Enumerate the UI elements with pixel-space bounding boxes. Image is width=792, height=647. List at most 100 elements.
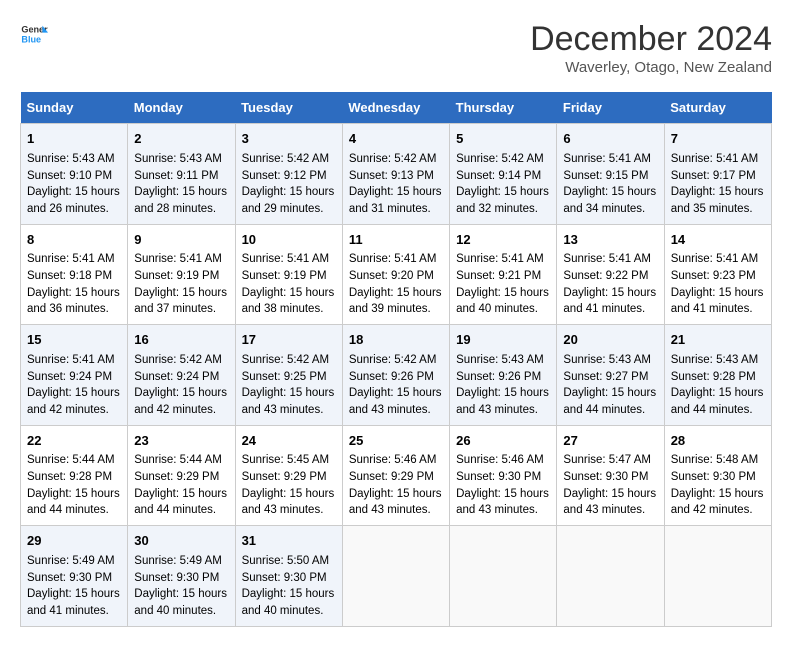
calendar-cell: 27Sunrise: 5:47 AMSunset: 9:30 PMDayligh… <box>557 425 664 526</box>
calendar-cell: 11Sunrise: 5:41 AMSunset: 9:20 PMDayligh… <box>342 224 449 325</box>
sunset-text: Sunset: 9:23 PM <box>671 270 756 282</box>
daylight-text: Daylight: 15 hours and 34 minutes. <box>563 186 656 215</box>
sunrise-text: Sunrise: 5:41 AM <box>456 253 544 265</box>
calendar-cell <box>557 526 664 627</box>
column-header-thursday: Thursday <box>450 92 557 124</box>
daylight-text: Daylight: 15 hours and 41 minutes. <box>671 287 764 316</box>
sunrise-text: Sunrise: 5:43 AM <box>671 354 759 366</box>
sunrise-text: Sunrise: 5:42 AM <box>242 153 330 165</box>
daylight-text: Daylight: 15 hours and 42 minutes. <box>134 387 227 416</box>
day-number: 16 <box>134 331 228 350</box>
page-header: General Blue December 2024 Waverley, Ota… <box>20 20 772 76</box>
daylight-text: Daylight: 15 hours and 38 minutes. <box>242 287 335 316</box>
calendar-cell: 26Sunrise: 5:46 AMSunset: 9:30 PMDayligh… <box>450 425 557 526</box>
daylight-text: Daylight: 15 hours and 43 minutes. <box>456 387 549 416</box>
day-number: 10 <box>242 231 336 250</box>
sunrise-text: Sunrise: 5:42 AM <box>134 354 222 366</box>
sunset-text: Sunset: 9:22 PM <box>563 270 648 282</box>
day-number: 21 <box>671 331 765 350</box>
column-header-wednesday: Wednesday <box>342 92 449 124</box>
day-number: 7 <box>671 130 765 149</box>
sunrise-text: Sunrise: 5:43 AM <box>456 354 544 366</box>
sunrise-text: Sunrise: 5:41 AM <box>242 253 330 265</box>
day-number: 1 <box>27 130 121 149</box>
calendar-week-row: 29 Sunrise: 5:49 AM Sunset: 9:30 PM Dayligh… <box>21 526 772 627</box>
sunset-text: Sunset: 9:25 PM <box>242 371 327 383</box>
sunrise-text: Sunrise: 5:49 AM <box>27 555 115 567</box>
sunrise-text: Sunrise: 5:45 AM <box>242 454 330 466</box>
sunset-text: Sunset: 9:10 PM <box>27 170 112 182</box>
day-number: 6 <box>563 130 657 149</box>
column-header-tuesday: Tuesday <box>235 92 342 124</box>
sunrise-text: Sunrise: 5:49 AM <box>134 555 222 567</box>
sunset-text: Sunset: 9:29 PM <box>134 471 219 483</box>
sunset-text: Sunset: 9:28 PM <box>671 371 756 383</box>
calendar-week-row: 8Sunrise: 5:41 AMSunset: 9:18 PMDaylight… <box>21 224 772 325</box>
sunrise-text: Sunrise: 5:41 AM <box>349 253 437 265</box>
daylight-text: Daylight: 15 hours and 44 minutes. <box>27 488 120 517</box>
calendar-cell: 29Sunrise: 5:49 AMSunset: 9:30 PMDayligh… <box>21 526 128 627</box>
calendar-week-row: 1Sunrise: 5:43 AMSunset: 9:10 PMDaylight… <box>21 124 772 225</box>
column-header-monday: Monday <box>128 92 235 124</box>
calendar-cell: 25Sunrise: 5:46 AMSunset: 9:29 PMDayligh… <box>342 425 449 526</box>
day-number: 28 <box>671 432 765 451</box>
day-number: 3 <box>242 130 336 149</box>
daylight-text: Daylight: 15 hours and 44 minutes. <box>563 387 656 416</box>
sunrise-text: Sunrise: 5:48 AM <box>671 454 759 466</box>
calendar-cell: 13Sunrise: 5:41 AMSunset: 9:22 PMDayligh… <box>557 224 664 325</box>
sunset-text: Sunset: 9:17 PM <box>671 170 756 182</box>
daylight-text: Daylight: 15 hours and 41 minutes. <box>27 588 120 617</box>
daylight-text: Daylight: 15 hours and 32 minutes. <box>456 186 549 215</box>
sunrise-text: Sunrise: 5:41 AM <box>134 253 222 265</box>
calendar-cell: 8Sunrise: 5:41 AMSunset: 9:18 PMDaylight… <box>21 224 128 325</box>
sunrise-text: Sunrise: 5:42 AM <box>456 153 544 165</box>
calendar-week-row: 15Sunrise: 5:41 AMSunset: 9:24 PMDayligh… <box>21 325 772 426</box>
daylight-text: Daylight: 15 hours and 43 minutes. <box>349 387 442 416</box>
calendar-cell: 12Sunrise: 5:41 AMSunset: 9:21 PMDayligh… <box>450 224 557 325</box>
sunrise-text: Sunrise: 5:43 AM <box>563 354 651 366</box>
sunset-text: Sunset: 9:29 PM <box>349 471 434 483</box>
sunrise-text: Sunrise: 5:42 AM <box>242 354 330 366</box>
sunrise-text: Sunrise: 5:47 AM <box>563 454 651 466</box>
sunrise-text: Sunrise: 5:44 AM <box>27 454 115 466</box>
day-number: 30 <box>134 532 228 551</box>
day-number: 29 <box>27 532 121 551</box>
daylight-text: Daylight: 15 hours and 44 minutes. <box>671 387 764 416</box>
sunrise-text: Sunrise: 5:46 AM <box>456 454 544 466</box>
daylight-text: Daylight: 15 hours and 35 minutes. <box>671 186 764 215</box>
daylight-text: Daylight: 15 hours and 42 minutes. <box>27 387 120 416</box>
sunrise-text: Sunrise: 5:42 AM <box>349 354 437 366</box>
calendar-cell: 30Sunrise: 5:49 AMSunset: 9:30 PMDayligh… <box>128 526 235 627</box>
day-number: 31 <box>242 532 336 551</box>
daylight-text: Daylight: 15 hours and 43 minutes. <box>242 387 335 416</box>
calendar-cell: 4Sunrise: 5:42 AMSunset: 9:13 PMDaylight… <box>342 124 449 225</box>
daylight-text: Daylight: 15 hours and 39 minutes. <box>349 287 442 316</box>
sunset-text: Sunset: 9:24 PM <box>134 371 219 383</box>
sunrise-text: Sunrise: 5:41 AM <box>563 253 651 265</box>
calendar-cell: 18Sunrise: 5:42 AMSunset: 9:26 PMDayligh… <box>342 325 449 426</box>
sunrise-text: Sunrise: 5:41 AM <box>27 253 115 265</box>
sunset-text: Sunset: 9:27 PM <box>563 371 648 383</box>
sunrise-text: Sunrise: 5:50 AM <box>242 555 330 567</box>
calendar-cell: 22Sunrise: 5:44 AMSunset: 9:28 PMDayligh… <box>21 425 128 526</box>
column-header-friday: Friday <box>557 92 664 124</box>
day-number: 19 <box>456 331 550 350</box>
sunset-text: Sunset: 9:24 PM <box>27 371 112 383</box>
calendar-cell: 28Sunrise: 5:48 AMSunset: 9:30 PMDayligh… <box>664 425 771 526</box>
calendar-cell: 9Sunrise: 5:41 AMSunset: 9:19 PMDaylight… <box>128 224 235 325</box>
sunrise-text: Sunrise: 5:44 AM <box>134 454 222 466</box>
day-number: 22 <box>27 432 121 451</box>
daylight-text: Daylight: 15 hours and 43 minutes. <box>242 488 335 517</box>
sunset-text: Sunset: 9:14 PM <box>456 170 541 182</box>
daylight-text: Daylight: 15 hours and 26 minutes. <box>27 186 120 215</box>
daylight-text: Daylight: 15 hours and 28 minutes. <box>134 186 227 215</box>
daylight-text: Daylight: 15 hours and 36 minutes. <box>27 287 120 316</box>
calendar-cell <box>450 526 557 627</box>
calendar-table: SundayMondayTuesdayWednesdayThursdayFrid… <box>20 92 772 627</box>
column-header-sunday: Sunday <box>21 92 128 124</box>
daylight-text: Daylight: 15 hours and 37 minutes. <box>134 287 227 316</box>
daylight-text: Daylight: 15 hours and 31 minutes. <box>349 186 442 215</box>
column-header-saturday: Saturday <box>664 92 771 124</box>
sunset-text: Sunset: 9:30 PM <box>134 572 219 584</box>
logo: General Blue <box>20 20 48 48</box>
